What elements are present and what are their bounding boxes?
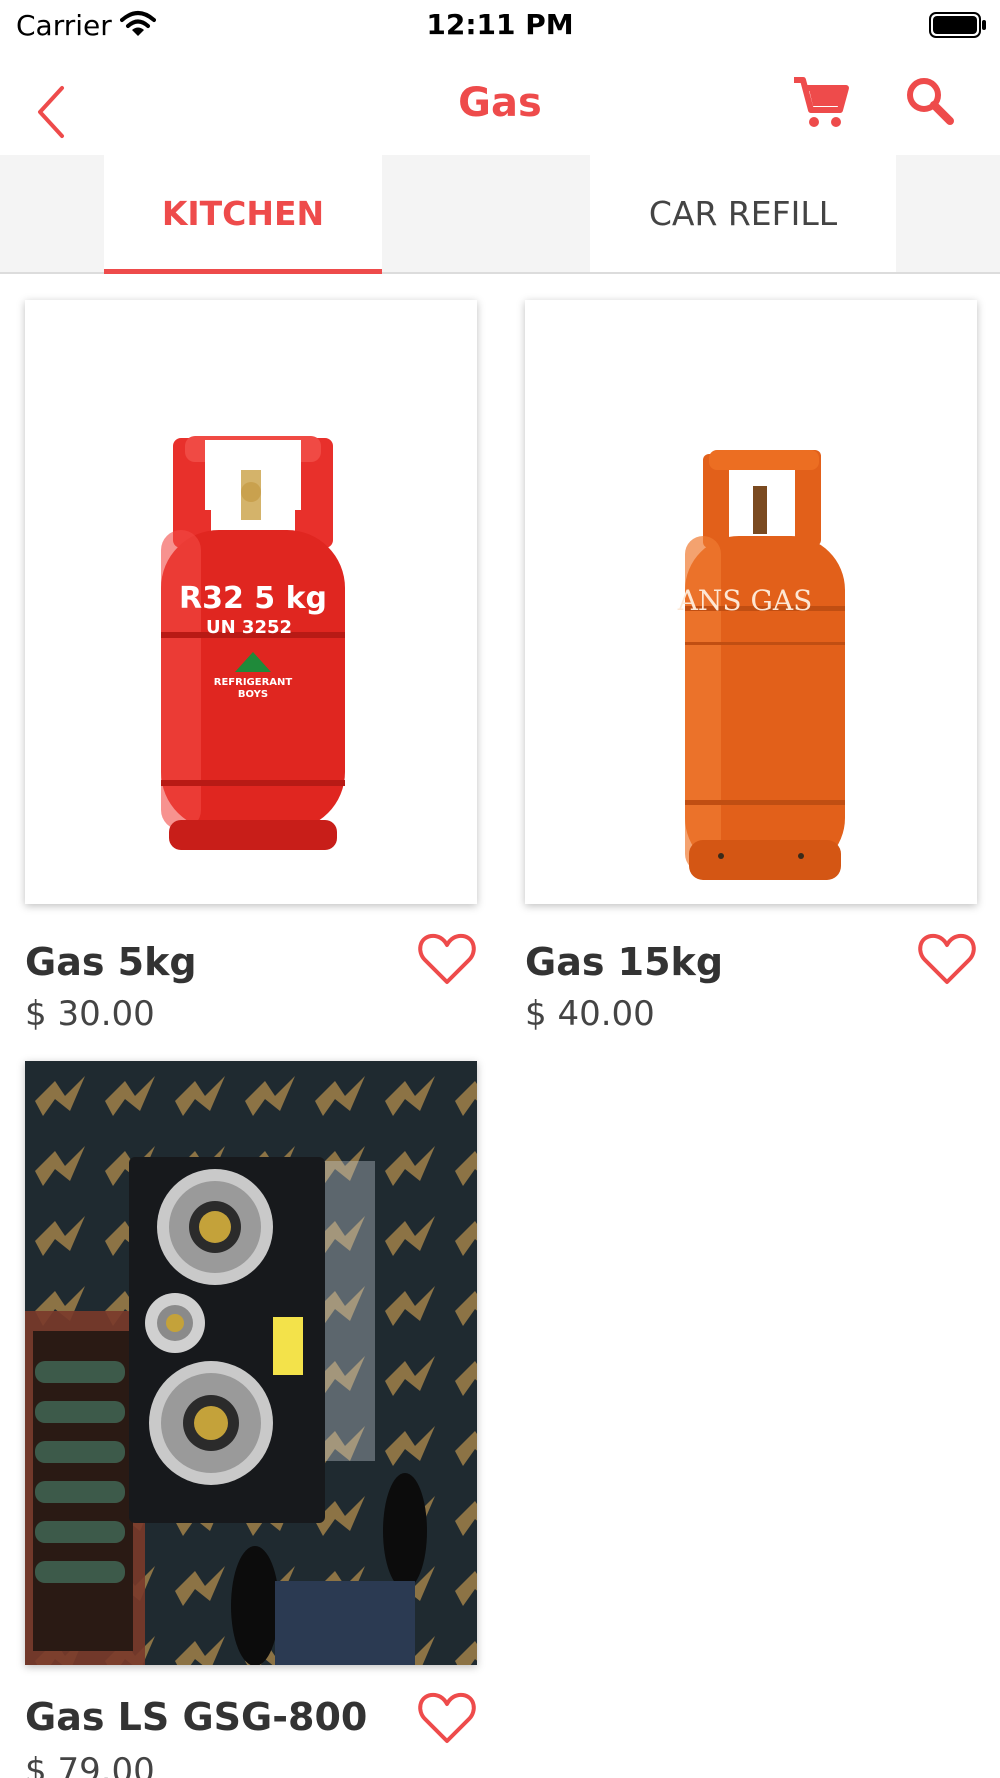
navigation-bar: Gas <box>0 62 1000 152</box>
tab-car-refill[interactable]: CAR REFILL <box>590 155 896 272</box>
svg-text:BOYS: BOYS <box>238 689 268 700</box>
red-gas-cylinder-image: R32 5 kg UN 3252 REFRIGERANT BOYS <box>161 436 345 850</box>
product-name: Gas 15kg <box>525 940 724 984</box>
product-price: $ 40.00 <box>525 994 655 1034</box>
svg-text:REFRIGERANT: REFRIGERANT <box>214 677 293 688</box>
svg-text:ANS GAS: ANS GAS <box>677 584 813 617</box>
status-time: 12:11 PM <box>426 8 574 41</box>
product-image[interactable] <box>25 1061 477 1665</box>
product-price: $ 30.00 <box>25 994 155 1034</box>
svg-text:UN 3252: UN 3252 <box>206 617 292 638</box>
product-card-gas-5kg[interactable]: R32 5 kg UN 3252 REFRIGERANT BOYS Gas 5k… <box>25 300 477 1040</box>
battery-icon <box>929 12 986 38</box>
page-title: Gas <box>458 80 542 126</box>
gas-stove-photo <box>25 1061 477 1665</box>
favorite-heart-icon[interactable] <box>417 932 477 986</box>
screen: Carrier 12:11 PM Gas KITCHEN CAR REFILL … <box>0 0 1000 1778</box>
product-card-gas-15kg[interactable]: ANS GAS Gas 15kg $ 40.00 <box>525 300 977 1040</box>
cart-icon[interactable] <box>790 72 850 132</box>
product-name: Gas 5kg <box>25 940 197 984</box>
product-image[interactable]: R32 5 kg UN 3252 REFRIGERANT BOYS <box>25 300 477 904</box>
orange-gas-cylinder-image: ANS GAS <box>677 450 845 880</box>
product-card-gas-ls-gsg-800[interactable]: Gas LS GSG-800 $ 79.00 <box>25 1061 477 1778</box>
category-tab-bar: KITCHEN CAR REFILL <box>0 155 1000 274</box>
search-icon[interactable] <box>903 74 959 130</box>
tab-kitchen[interactable]: KITCHEN <box>104 155 382 274</box>
svg-text:R32 5 kg: R32 5 kg <box>179 581 327 616</box>
product-image[interactable]: ANS GAS <box>525 300 977 904</box>
favorite-heart-icon[interactable] <box>917 932 977 986</box>
favorite-heart-icon[interactable] <box>417 1691 477 1745</box>
status-bar: Carrier 12:11 PM <box>0 0 1000 50</box>
product-price: $ 79.00 <box>25 1751 155 1778</box>
product-name: Gas LS GSG-800 <box>25 1695 368 1739</box>
